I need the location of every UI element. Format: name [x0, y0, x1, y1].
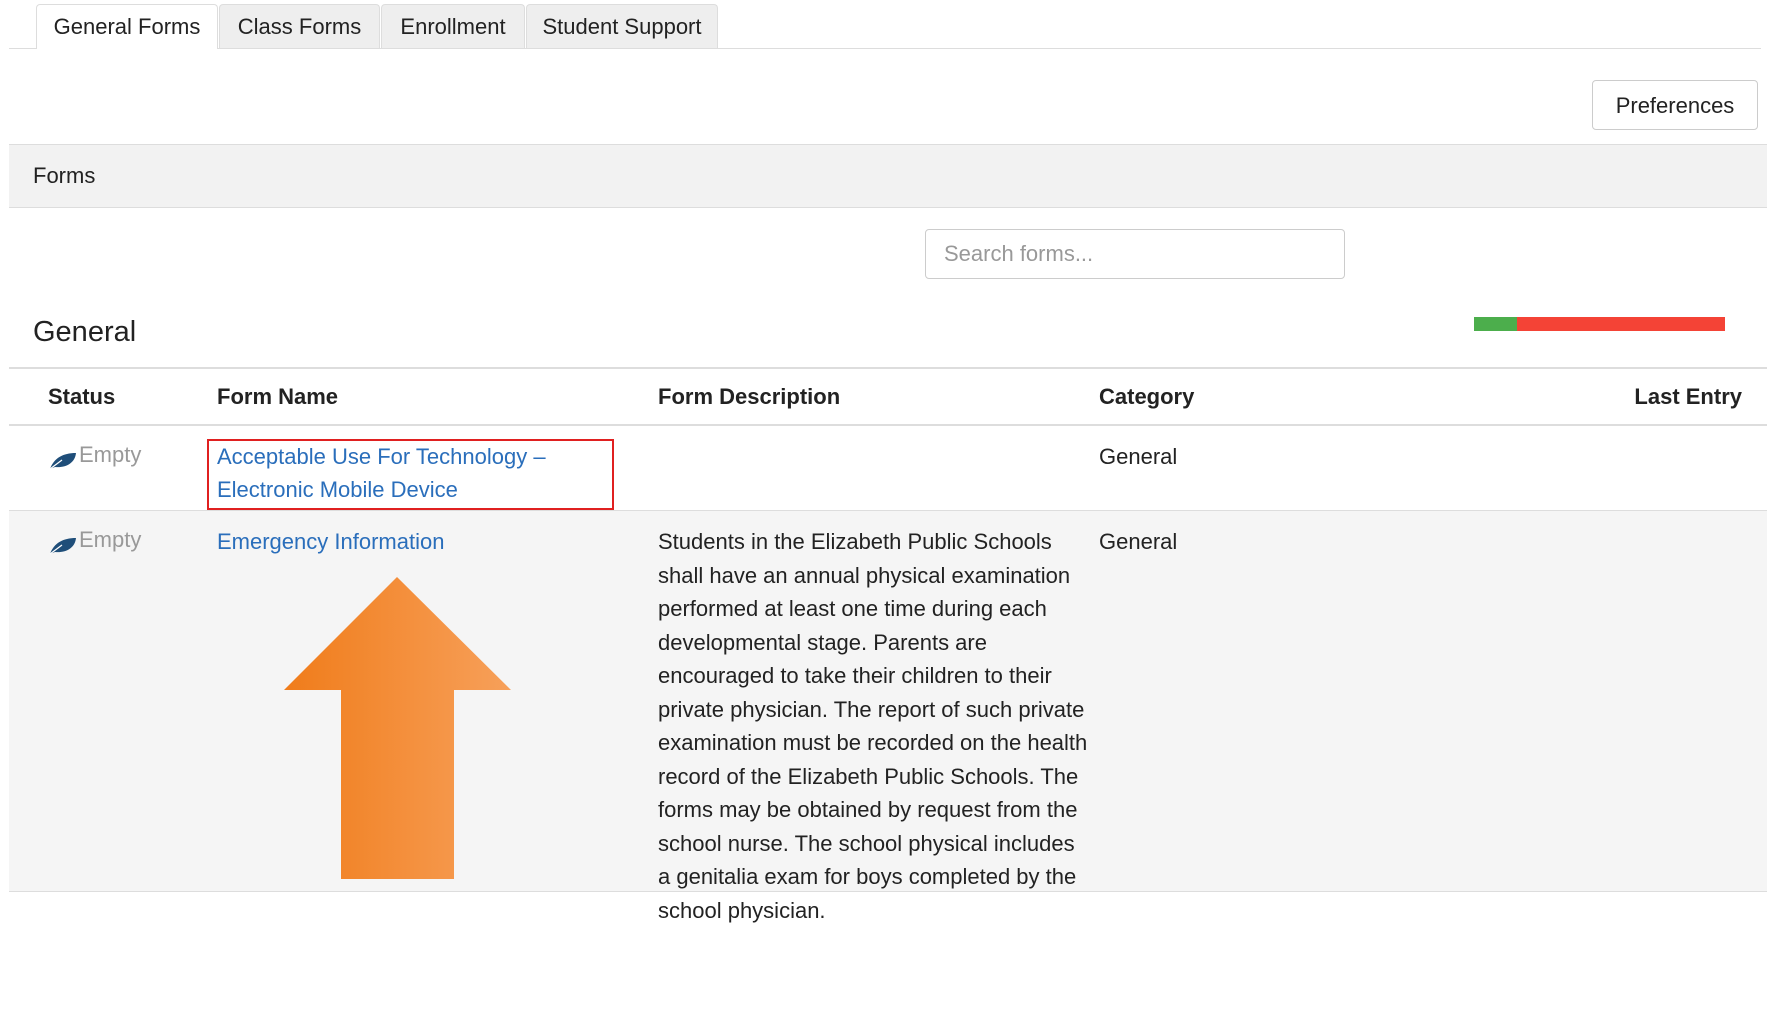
- progress-remaining-segment: [1516, 317, 1725, 331]
- status-text: Empty: [79, 442, 142, 467]
- tab-student-support[interactable]: Student Support: [526, 4, 718, 48]
- tab-bar: General Forms Class Forms Enrollment Stu…: [9, 4, 1761, 49]
- category-cell: General: [1099, 529, 1178, 554]
- completion-progress-bar: [1474, 317, 1725, 331]
- form-description: Students in the Elizabeth Public Schools…: [658, 529, 1088, 923]
- forms-table: Status Form Name Form Description Catego…: [9, 367, 1767, 923]
- section-title: General: [33, 316, 137, 348]
- table-row: Empty Acceptable Use For Technology – El…: [9, 426, 1767, 511]
- category-cell: General: [1099, 444, 1178, 469]
- up-arrow-annotation: [284, 577, 511, 879]
- panel-title: Forms: [33, 163, 96, 188]
- table-row: Empty Emergency Information Students in …: [9, 511, 1767, 923]
- header-category[interactable]: Category: [1099, 369, 1194, 424]
- progress-complete-segment: [1474, 317, 1517, 331]
- leaf-icon: [49, 538, 76, 555]
- header-last-entry[interactable]: Last Entry: [1634, 369, 1742, 424]
- header-status[interactable]: Status: [48, 369, 115, 424]
- forms-panel-header: Forms: [9, 144, 1767, 208]
- leaf-icon: [49, 453, 76, 470]
- form-link[interactable]: Emergency Information: [217, 525, 597, 558]
- tab-enrollment[interactable]: Enrollment: [381, 4, 525, 48]
- tab-general-forms[interactable]: General Forms: [36, 4, 218, 49]
- preferences-button[interactable]: Preferences: [1592, 80, 1758, 130]
- tab-class-forms[interactable]: Class Forms: [219, 4, 380, 48]
- form-link[interactable]: Acceptable Use For Technology – Electron…: [217, 440, 597, 506]
- search-input[interactable]: [925, 229, 1345, 279]
- status-cell: Empty: [49, 525, 141, 555]
- status-cell: Empty: [49, 440, 141, 470]
- table-header: Status Form Name Form Description Catego…: [9, 367, 1767, 426]
- header-form-name[interactable]: Form Name: [217, 369, 338, 424]
- header-form-description[interactable]: Form Description: [658, 369, 840, 424]
- status-text: Empty: [79, 527, 142, 552]
